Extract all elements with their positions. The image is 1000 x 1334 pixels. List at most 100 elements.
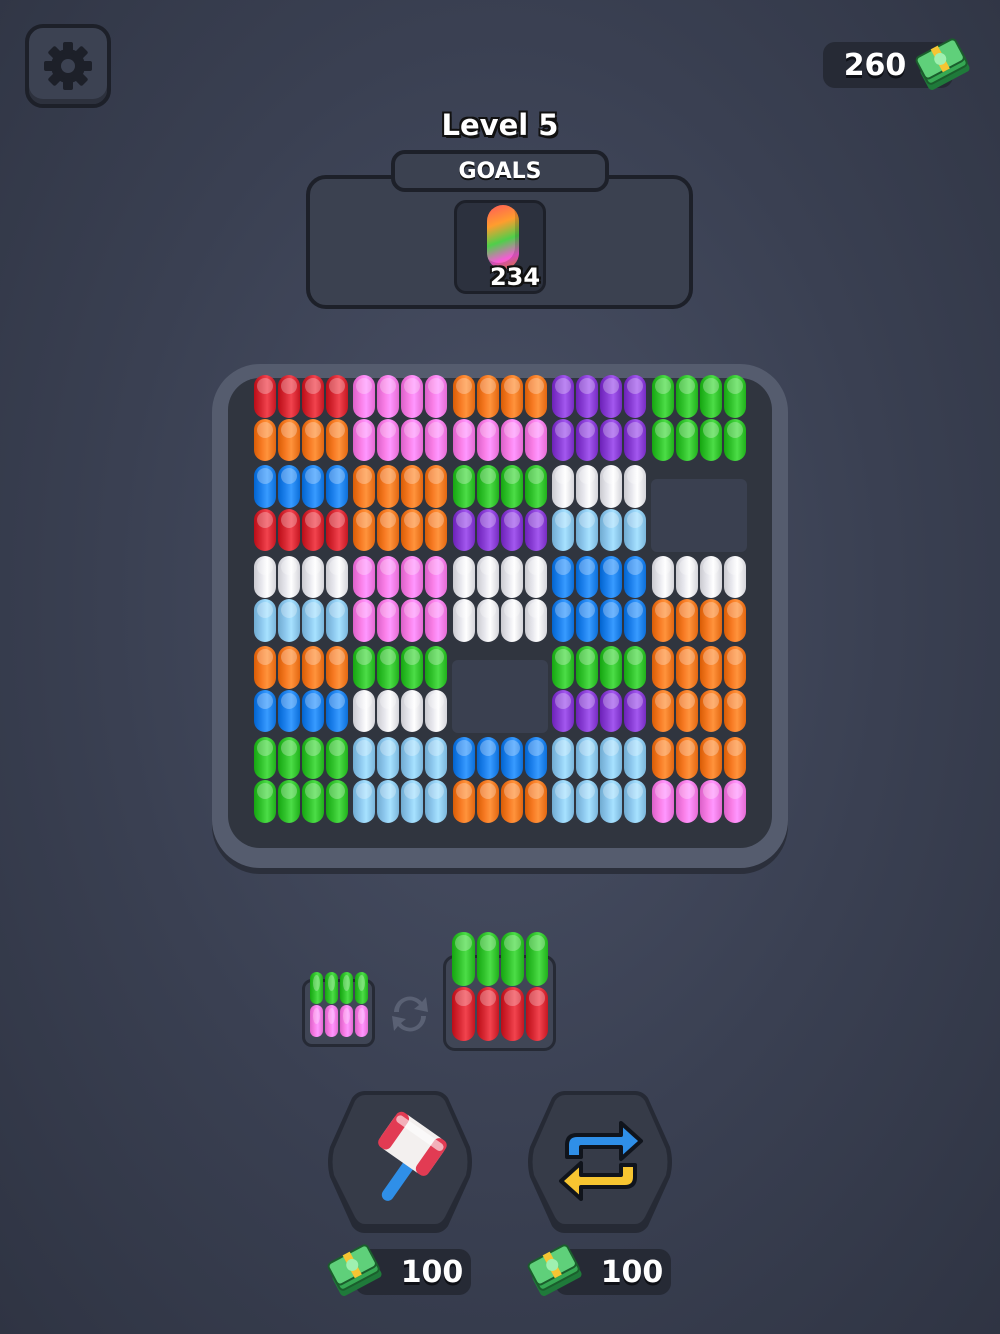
- rod: [254, 780, 276, 823]
- hammer-booster-button[interactable]: [325, 1087, 475, 1237]
- rod: [576, 736, 599, 780]
- next-piece-rod: [525, 932, 548, 986]
- empty-cell[interactable]: [451, 660, 548, 734]
- rod: [302, 736, 324, 780]
- rod: [500, 599, 523, 642]
- rod: [377, 646, 400, 689]
- rod: [401, 780, 424, 823]
- rod: [675, 646, 698, 689]
- rod: [476, 465, 499, 508]
- rod: [624, 599, 647, 642]
- rod: [552, 599, 575, 642]
- rod: [476, 599, 499, 642]
- shuffle-booster-button[interactable]: [525, 1087, 675, 1237]
- rod: [600, 736, 623, 780]
- rod: [377, 599, 400, 642]
- rod: [552, 465, 575, 508]
- level-title: Level 5: [441, 108, 559, 142]
- rod: [353, 555, 376, 599]
- rod: [624, 780, 647, 823]
- empty-cell[interactable]: [650, 479, 747, 553]
- rod: [675, 375, 698, 418]
- rod: [425, 375, 448, 418]
- cash-amount: 260: [843, 48, 907, 83]
- rod: [377, 736, 400, 780]
- rod: [476, 736, 499, 780]
- rod: [699, 375, 722, 418]
- rod: [353, 599, 376, 642]
- rod: [476, 418, 499, 461]
- rod: [699, 599, 722, 642]
- rod: [302, 646, 324, 689]
- rod: [476, 375, 499, 418]
- rod: [576, 780, 599, 823]
- rod: [254, 555, 276, 599]
- rod: [377, 508, 400, 552]
- rod: [302, 375, 324, 418]
- rod: [278, 418, 300, 461]
- rod: [353, 780, 376, 823]
- rod: [425, 736, 448, 780]
- rod: [723, 599, 746, 642]
- rod: [576, 508, 599, 552]
- rod: [353, 646, 376, 689]
- rod: [524, 780, 547, 823]
- rod: [377, 780, 400, 823]
- rod: [600, 689, 623, 733]
- next-piece-rod: [325, 1005, 338, 1037]
- rod: [425, 689, 448, 733]
- rod: [452, 375, 475, 418]
- rod: [452, 555, 475, 599]
- cash-icon: [327, 1244, 382, 1296]
- rod: [254, 465, 276, 508]
- rod: [425, 418, 448, 461]
- rod: [600, 465, 623, 508]
- next-piece-rod: [340, 1005, 353, 1037]
- rod: [576, 418, 599, 461]
- rod: [500, 780, 523, 823]
- rod: [500, 375, 523, 418]
- rod: [278, 780, 300, 823]
- rod: [699, 555, 722, 599]
- rod: [377, 375, 400, 418]
- rod: [651, 689, 674, 733]
- rod: [302, 780, 324, 823]
- rod: [624, 736, 647, 780]
- rod: [675, 689, 698, 733]
- rod: [552, 375, 575, 418]
- rod: [353, 689, 376, 733]
- rod: [500, 508, 523, 552]
- rod: [576, 689, 599, 733]
- rod: [651, 375, 674, 418]
- rod: [675, 599, 698, 642]
- next-piece-rod: [310, 972, 323, 1004]
- rod: [353, 508, 376, 552]
- multicolor-rod-icon: [487, 205, 519, 269]
- swap-pieces-icon[interactable]: [384, 988, 436, 1040]
- rod: [326, 508, 348, 552]
- rod: [401, 646, 424, 689]
- rod: [326, 780, 348, 823]
- rod: [476, 555, 499, 599]
- rod: [401, 418, 424, 461]
- rod: [699, 689, 722, 733]
- next-piece-rod: [340, 972, 353, 1004]
- rod: [254, 646, 276, 689]
- next-piece-rod: [355, 972, 368, 1004]
- rod: [524, 736, 547, 780]
- next-piece-rod: [525, 987, 548, 1041]
- rod: [353, 418, 376, 461]
- rod: [452, 418, 475, 461]
- rod: [326, 599, 348, 642]
- rod: [326, 555, 348, 599]
- rod: [675, 418, 698, 461]
- settings-button[interactable]: [25, 24, 111, 108]
- next-piece-rod: [476, 987, 499, 1041]
- rod: [552, 780, 575, 823]
- rod: [278, 599, 300, 642]
- rod: [425, 465, 448, 508]
- rod: [278, 736, 300, 780]
- rod: [452, 599, 475, 642]
- rod: [624, 508, 647, 552]
- rod: [723, 418, 746, 461]
